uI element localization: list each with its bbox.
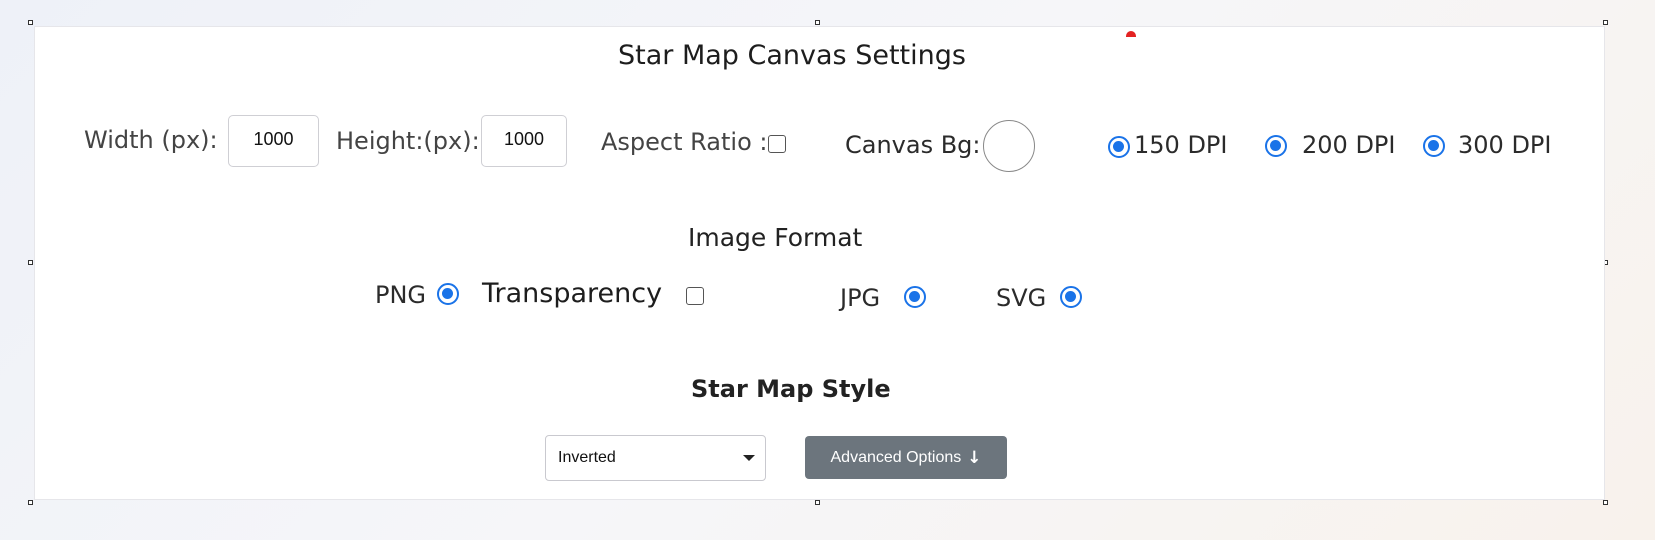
resize-handle-bottom-center[interactable] [815,500,820,505]
height-label: Height:(px): [336,127,480,155]
height-input[interactable]: 1000 [481,115,567,167]
resize-handle-top-right[interactable] [1603,20,1608,25]
dpi-300-label: 300 DPI [1458,131,1552,159]
page-title: Star Map Canvas Settings [618,40,966,71]
canvas-bg-label: Canvas Bg: [845,131,981,159]
aspect-ratio-label: Aspect Ratio : [601,128,768,156]
resize-handle-bottom-right[interactable] [1603,500,1608,505]
arrow-down-icon: ↓ [967,447,982,468]
advanced-options-label: Advanced Options [830,448,962,466]
png-radio[interactable] [437,283,459,305]
star-map-style-heading: Star Map Style [691,375,891,403]
dpi-150-label: 150 DPI [1134,131,1228,159]
star-map-style-select[interactable]: Inverted [545,435,766,481]
resize-handle-bottom-left[interactable] [28,500,33,505]
svg-label: SVG [996,284,1047,312]
transparency-checkbox[interactable] [686,287,704,305]
jpg-radio[interactable] [904,286,926,308]
rotation-marker[interactable] [1126,31,1136,37]
jpg-label: JPG [840,284,881,312]
settings-panel [34,26,1605,500]
width-label: Width (px): [84,126,218,154]
dpi-200-radio[interactable] [1265,135,1287,157]
dpi-200-label: 200 DPI [1302,131,1396,159]
resize-handle-top-left[interactable] [28,20,33,25]
advanced-options-button[interactable]: Advanced Options ↓ [805,436,1007,479]
dpi-150-radio[interactable] [1108,136,1130,158]
canvas-bg-color-picker[interactable] [983,120,1035,172]
width-input[interactable]: 1000 [228,115,319,167]
image-format-heading: Image Format [688,223,863,252]
chevron-down-icon [743,455,755,461]
svg-radio[interactable] [1060,286,1082,308]
resize-handle-middle-left[interactable] [28,260,33,265]
png-label: PNG [375,281,427,309]
star-map-style-value: Inverted [558,449,616,466]
transparency-label: Transparency [482,278,663,309]
dpi-300-radio[interactable] [1423,135,1445,157]
aspect-ratio-checkbox[interactable] [768,135,786,153]
resize-handle-top-center[interactable] [815,20,820,25]
